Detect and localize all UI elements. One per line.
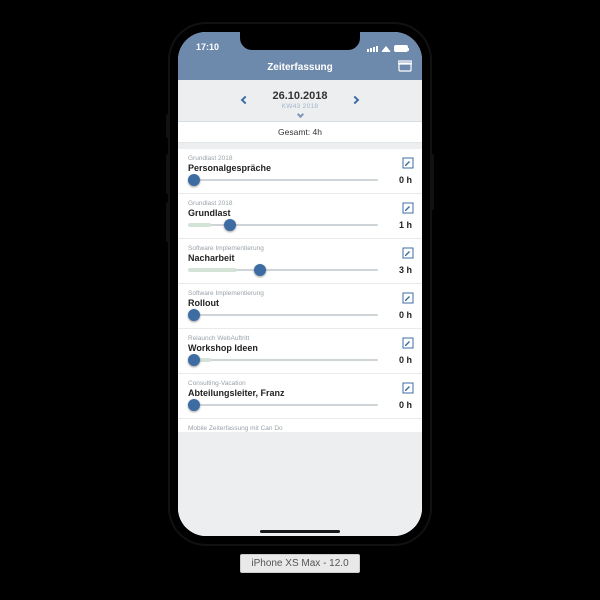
total-row: Gesamt: 4h [178, 122, 422, 143]
edit-icon[interactable] [402, 337, 414, 349]
edit-icon[interactable] [402, 157, 414, 169]
prev-day-button[interactable] [241, 96, 249, 104]
date-main: 26.10.2018 [272, 90, 327, 102]
edit-icon[interactable] [402, 382, 414, 394]
hours-slider[interactable] [188, 224, 378, 226]
slider-knob[interactable] [224, 219, 236, 231]
slider-knob[interactable] [254, 264, 266, 276]
notch [240, 32, 360, 50]
entry-title: Personalgespräche [188, 163, 412, 173]
entry-title: Workshop Ideen [188, 343, 412, 353]
entry-category: Software Implementierung [188, 245, 412, 252]
time-entry: Relaunch WebAuftrittWorkshop Ideen 0 h [178, 328, 422, 373]
slider-knob[interactable] [188, 399, 200, 411]
side-button [166, 154, 169, 194]
time-entry: Consulting-VacationAbteilungsleiter, Fra… [178, 373, 422, 418]
slider-knob[interactable] [188, 354, 200, 366]
entry-hours: 0 h [378, 355, 412, 365]
entry-title: Nacharbeit [188, 253, 412, 263]
device-caption: iPhone XS Max - 12.0 [240, 554, 359, 573]
next-day-button[interactable] [350, 96, 358, 104]
phone-frame: 17:10 Zeiterfassung 26.10.2018 KW43 2018 [170, 24, 430, 544]
date-block[interactable]: 26.10.2018 KW43 2018 [272, 90, 327, 110]
hours-slider[interactable] [188, 179, 378, 181]
entry-hours: 1 h [378, 220, 412, 230]
hours-slider[interactable] [188, 359, 378, 361]
date-panel: 26.10.2018 KW43 2018 [178, 80, 422, 122]
statusbar-right [367, 45, 408, 52]
date-week: KW43 2018 [272, 103, 327, 110]
entry-category: Grundlast 2018 [188, 200, 412, 207]
total-label: Gesamt: 4h [278, 127, 322, 137]
entry-hours: 0 h [378, 175, 412, 185]
hours-slider[interactable] [188, 314, 378, 316]
edit-icon[interactable] [402, 292, 414, 304]
entry-category: Relaunch WebAuftritt [188, 335, 412, 342]
entry-title: Grundlast [188, 208, 412, 218]
side-button [166, 114, 169, 138]
time-entry: Software ImplementierungRollout 0 h [178, 283, 422, 328]
slider-knob[interactable] [188, 174, 200, 186]
hours-slider[interactable] [188, 269, 378, 271]
screen: 17:10 Zeiterfassung 26.10.2018 KW43 2018 [178, 32, 422, 536]
side-button [166, 202, 169, 242]
entry-category: Consulting-Vacation [188, 380, 412, 387]
chevron-down-icon[interactable] [296, 111, 303, 118]
entry-title: Abteilungsleiter, Franz [188, 388, 412, 398]
edit-icon[interactable] [402, 247, 414, 259]
time-entry: Grundlast 2018Personalgespräche 0 h [178, 149, 422, 193]
time-entry: Grundlast 2018Grundlast 1 h [178, 193, 422, 238]
entry-hours: 3 h [378, 265, 412, 275]
navbar-title: Zeiterfassung [267, 62, 333, 73]
entry-list[interactable]: Grundlast 2018Personalgespräche0 hGrundl… [178, 143, 422, 536]
entry-hours: 0 h [378, 310, 412, 320]
partial-entry: Mobile Zeiterfassung mit Can Do [178, 418, 422, 432]
edit-icon[interactable] [402, 202, 414, 214]
entry-category: Grundlast 2018 [188, 155, 412, 162]
battery-icon [394, 45, 408, 52]
side-button [431, 154, 434, 210]
entry-title: Rollout [188, 298, 412, 308]
cellular-icon [367, 46, 378, 52]
home-indicator[interactable] [260, 530, 340, 533]
entry-category: Software Implementierung [188, 290, 412, 297]
entry-hours: 0 h [378, 400, 412, 410]
time-entry: Software ImplementierungNacharbeit 3 h [178, 238, 422, 283]
navbar: Zeiterfassung [178, 54, 422, 80]
slider-knob[interactable] [188, 309, 200, 321]
wifi-icon [381, 46, 391, 52]
archive-icon[interactable] [398, 60, 412, 75]
hours-slider[interactable] [188, 404, 378, 406]
statusbar-time: 17:10 [196, 42, 219, 52]
